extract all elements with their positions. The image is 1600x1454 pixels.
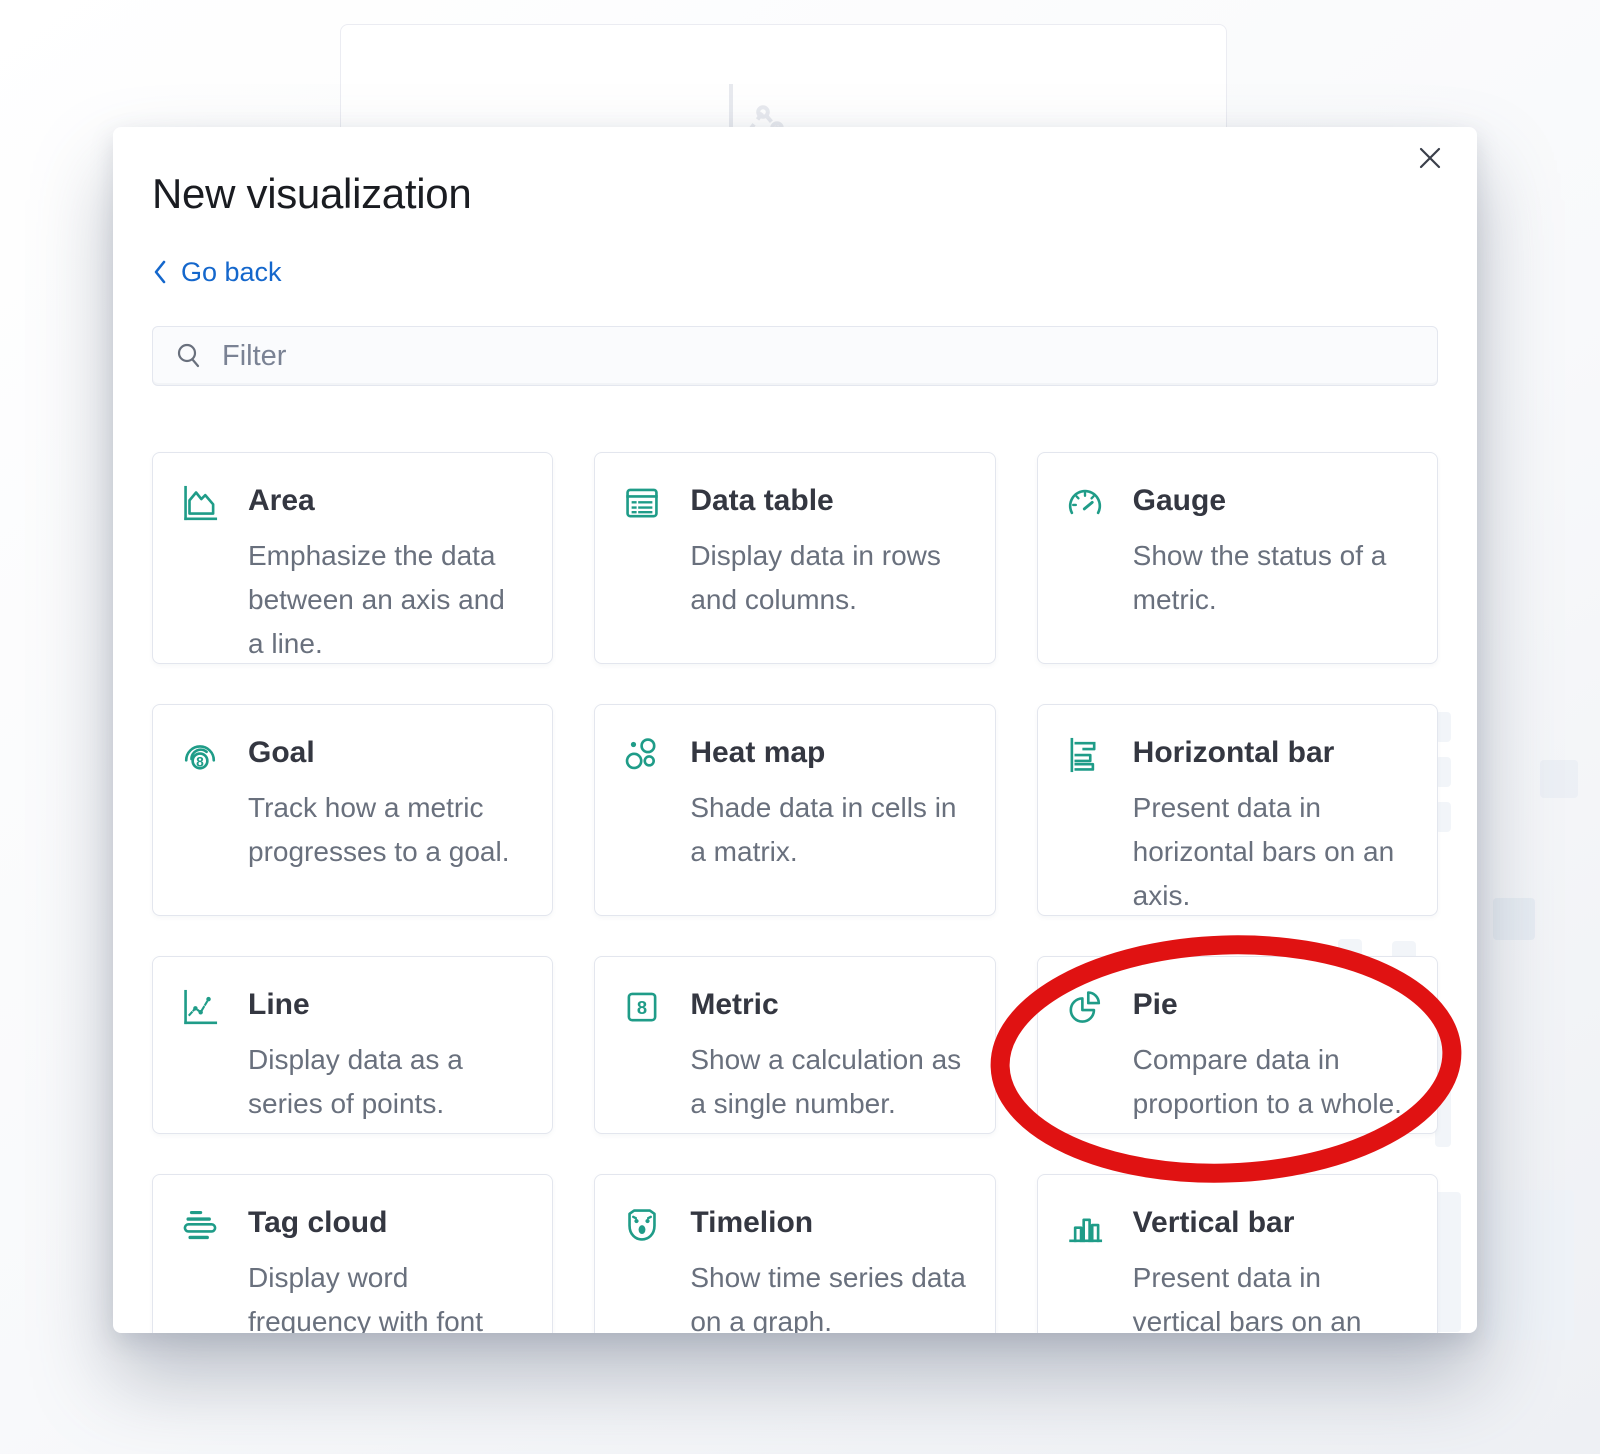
viz-card-title: Gauge	[1133, 482, 1411, 520]
horizontal-bar-icon	[1064, 732, 1106, 888]
viz-card-title: Goal	[248, 734, 526, 772]
metric-icon: 8	[621, 984, 663, 1106]
gauge-icon	[1064, 480, 1106, 636]
viz-card-text: MetricShow a calculation as a single num…	[690, 984, 968, 1106]
viz-card-metric[interactable]: 8MetricShow a calculation as a single nu…	[594, 956, 995, 1134]
viz-card-horizontal-bar[interactable]: Horizontal bar Present data in horizontal…	[1037, 704, 1438, 916]
viz-card-data-table[interactable]: Data table Display data in rows and colum…	[594, 452, 995, 664]
vertical-bar-icon	[1064, 1202, 1106, 1333]
search-icon	[174, 341, 204, 371]
pie-chart-icon	[1064, 984, 1106, 1106]
background-decoration	[1493, 898, 1535, 940]
chevron-left-icon	[152, 259, 168, 285]
viz-card-description: Present data in horizontal bars on an ax…	[1133, 786, 1411, 918]
line-chart-icon	[179, 984, 221, 1106]
viz-card-vertical-bar[interactable]: Vertical bar Present data in vertical bar…	[1037, 1174, 1438, 1333]
viz-card-text: Tag cloud Display word frequency with fon…	[248, 1202, 526, 1333]
heat-map-icon	[621, 732, 663, 888]
viz-card-text: Vertical bar Present data in vertical bar…	[1133, 1202, 1411, 1333]
viz-card-description: Emphasize the data between an axis and a…	[248, 534, 526, 666]
go-back-label: Go back	[181, 257, 282, 288]
viz-card-title: Tag cloud	[248, 1204, 526, 1242]
viz-card-goal[interactable]: 8 Goal Track how a metric progresses to a …	[152, 704, 553, 916]
timelion-icon	[621, 1202, 663, 1333]
background-decoration	[1540, 760, 1578, 798]
viz-card-text: Data table Display data in rows and colum…	[690, 480, 968, 636]
viz-card-text: Gauge Show the status of a metric.	[1133, 480, 1411, 636]
viz-card-description: Display data in rows and columns.	[690, 534, 968, 622]
goal-icon: 8	[179, 732, 221, 888]
viz-card-description: Present data in vertical bars on an axis…	[1133, 1256, 1411, 1333]
viz-card-title: Metric	[690, 986, 968, 1024]
svg-text:8: 8	[637, 997, 647, 1018]
close-icon[interactable]	[1413, 141, 1447, 175]
viz-card-tag-cloud[interactable]: Tag cloud Display word frequency with fon…	[152, 1174, 553, 1333]
viz-card-text: PieCompare data in proportion to a whole…	[1133, 984, 1411, 1106]
viz-card-title: Area	[248, 482, 526, 520]
modal-title: New visualization	[152, 170, 1438, 218]
viz-card-description: Display data as a series of points.	[248, 1038, 526, 1126]
tag-cloud-icon	[179, 1202, 221, 1333]
viz-card-text: Heat map Shade data in cells in a matrix.	[690, 732, 968, 888]
viz-card-title: Data table	[690, 482, 968, 520]
viz-card-description: Display word frequency with font size.	[248, 1256, 526, 1333]
viz-card-description: Show a calculation as a single number.	[690, 1038, 968, 1126]
viz-card-area[interactable]: Area Emphasize the data between an axis a…	[152, 452, 553, 664]
viz-card-title: Pie	[1133, 986, 1411, 1024]
viz-card-timelion[interactable]: Timelion Show time series data on a graph…	[594, 1174, 995, 1333]
svg-text:8: 8	[196, 754, 204, 769]
background-decoration	[1484, 1190, 1574, 1340]
data-table-icon	[621, 480, 663, 636]
viz-card-pie[interactable]: Pie Compare data in proportion to a whole…	[1037, 956, 1438, 1134]
filter-input[interactable]	[220, 326, 1437, 386]
viz-card-title: Line	[248, 986, 526, 1024]
viz-card-title: Timelion	[690, 1204, 968, 1242]
viz-card-description: Shade data in cells in a matrix.	[690, 786, 968, 874]
viz-card-title: Heat map	[690, 734, 968, 772]
area-chart-icon	[179, 480, 221, 636]
viz-card-line[interactable]: Line Display data as a series of points.	[152, 956, 553, 1134]
viz-card-description: Track how a metric progresses to a goal.	[248, 786, 526, 874]
viz-card-text: AreaEmphasize the data between an axis a…	[248, 480, 526, 636]
viz-card-text: LineDisplay data as a series of points.	[248, 984, 526, 1106]
viz-card-heat-map[interactable]: Heat map Shade data in cells in a matrix.	[594, 704, 995, 916]
viz-card-text: Timelion Show time series data on a graph…	[690, 1202, 968, 1333]
viz-card-title: Vertical bar	[1133, 1204, 1411, 1242]
new-visualization-modal: New visualization Go back Area Emphasize …	[113, 127, 1477, 1333]
visualization-type-grid: Area Emphasize the data between an axis a…	[152, 452, 1438, 1333]
viz-card-description: Compare data in proportion to a whole.	[1133, 1038, 1411, 1126]
viz-card-text: Horizontal barPresent data in horizontal…	[1133, 732, 1411, 888]
go-back-link[interactable]: Go back	[152, 256, 282, 288]
filter-search-box	[152, 326, 1438, 386]
viz-card-description: Show the status of a metric.	[1133, 534, 1411, 622]
viz-card-description: Show time series data on a graph.	[690, 1256, 968, 1333]
viz-card-gauge[interactable]: Gauge Show the status of a metric.	[1037, 452, 1438, 664]
viz-card-title: Horizontal bar	[1133, 734, 1411, 772]
viz-card-text: Goal Track how a metric progresses to a g…	[248, 732, 526, 888]
